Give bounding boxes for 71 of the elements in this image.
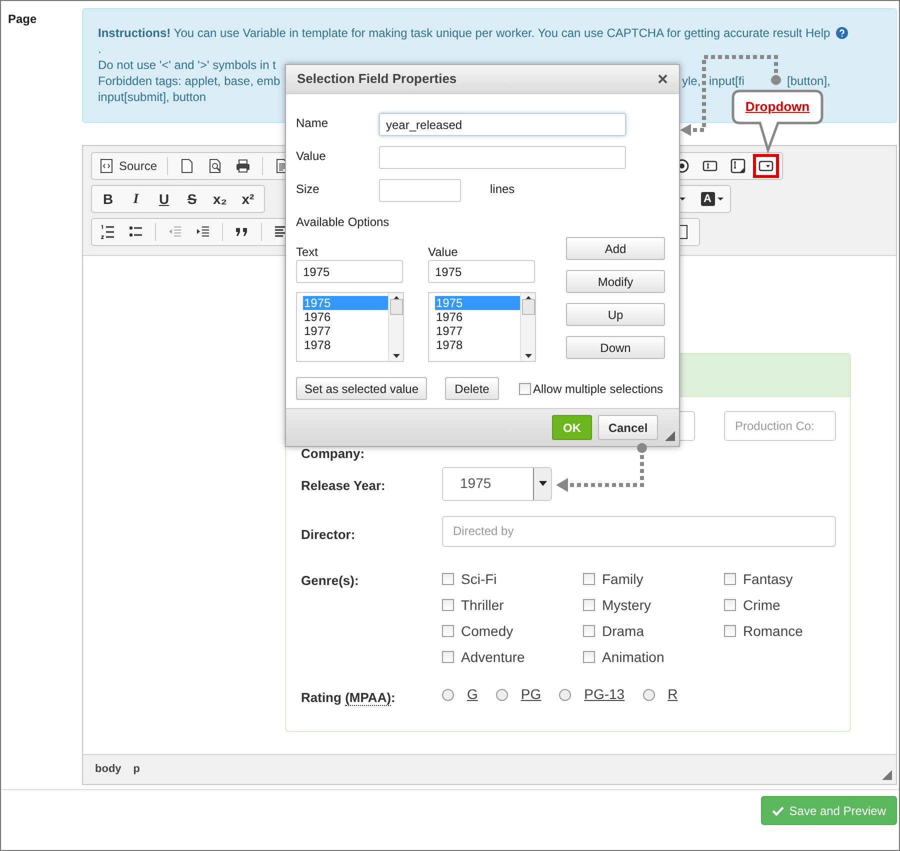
instruction-text: Forbidden tags: applet, base, emb [98, 74, 280, 88]
dialog-button[interactable]: Add [566, 237, 665, 260]
checkbox-label: Drama [602, 622, 644, 641]
field-label: Release Year: [301, 478, 386, 493]
list-option[interactable]: 1977 [435, 324, 520, 338]
instruction-text: input[submit], button [98, 89, 206, 105]
field-label: Director: [301, 526, 356, 542]
radio-label: PG-13 [584, 685, 625, 704]
format-button[interactable]: I [123, 187, 149, 211]
instruction-text: Do not use '<' and '>' symbols in t [98, 57, 276, 73]
dialog-button[interactable]: Down [566, 336, 665, 359]
field-label: Value [428, 245, 458, 259]
radio-label: R [668, 685, 678, 704]
format-button[interactable]: S [179, 187, 205, 211]
close-button[interactable]: × [657, 70, 668, 88]
dialog-title: Selection Field Properties [297, 70, 457, 88]
text-color-button[interactable]: A [697, 187, 727, 211]
format-button[interactable]: B [95, 187, 121, 211]
field-label: Name [296, 116, 328, 130]
list-box[interactable]: 1975 1976 1977 1978 [428, 292, 536, 362]
instruction-text: input[fi [709, 74, 744, 88]
list-option[interactable]: 1978 [303, 338, 388, 352]
list-option[interactable]: 1976 [435, 310, 520, 324]
input-field[interactable]: Production Co: [724, 410, 836, 441]
field-label: Company: [301, 446, 365, 461]
dialog-button[interactable]: Up [566, 303, 665, 326]
instruction-text: Instructions! You can use Variable in template for making task unique per worker. You can use CAPTCHA for getting accurate result Help [98, 25, 830, 41]
instruction-text: [button], [787, 74, 830, 88]
checkbox-label: Mystery [602, 596, 651, 615]
checkbox-label: Romance [743, 622, 803, 641]
checkbox-label: Adventure [461, 648, 525, 667]
source-button[interactable]: Source [95, 154, 162, 178]
checkbox-label: Crime [743, 596, 780, 615]
dialog-button[interactable]: Set as selected value [296, 377, 427, 400]
input-field[interactable]: Directed by [442, 516, 836, 547]
list-option[interactable]: 1976 [303, 310, 388, 324]
page-label: Page [8, 11, 37, 28]
format-button[interactable]: x₂ [207, 187, 233, 211]
format-button[interactable]: U [151, 187, 177, 211]
unit-label: lines [490, 181, 515, 198]
instruction-text: yle, [682, 74, 701, 88]
callout-label: Dropdown [745, 98, 810, 116]
radio-label: G [467, 685, 478, 704]
dropdown[interactable]: 1975 [442, 466, 552, 501]
input-field[interactable]: year_released [379, 113, 626, 136]
field-label: Size [296, 182, 320, 196]
checkbox-label: Allow multiple selections [533, 380, 664, 398]
format-button[interactable]: x² [235, 187, 261, 211]
dialog-button[interactable]: Modify [566, 270, 665, 293]
field-label: Rating (MPAA): [301, 690, 396, 706]
input-field[interactable]: 1975 [296, 260, 403, 283]
checkbox-label: Fantasy [743, 570, 793, 589]
section-label: Available Options [296, 214, 390, 231]
input-field[interactable]: 1975 [428, 260, 535, 283]
checkbox-label: Comedy [461, 622, 514, 641]
cancel-button[interactable]: Cancel [598, 415, 658, 440]
field-label: Text [296, 245, 318, 259]
field-label: Genre(s): [301, 572, 359, 588]
checkbox-label: Thriller [461, 596, 504, 615]
list-option[interactable]: 1977 [303, 324, 388, 338]
instruction-text: . [98, 41, 102, 57]
checkbox-label: Animation [602, 648, 664, 667]
checkbox-label: Family [602, 570, 644, 589]
path-item[interactable]: p [132, 761, 142, 778]
radio-label: PG [520, 685, 542, 704]
checkbox-label: Sci-Fi [461, 570, 497, 589]
dialog-button[interactable]: Delete [445, 377, 499, 400]
list-box[interactable]: 1975 1976 1977 1978 [296, 292, 404, 362]
field-label: Value [296, 149, 326, 163]
list-option[interactable]: 1978 [435, 338, 520, 352]
path-item[interactable]: body [94, 761, 122, 778]
